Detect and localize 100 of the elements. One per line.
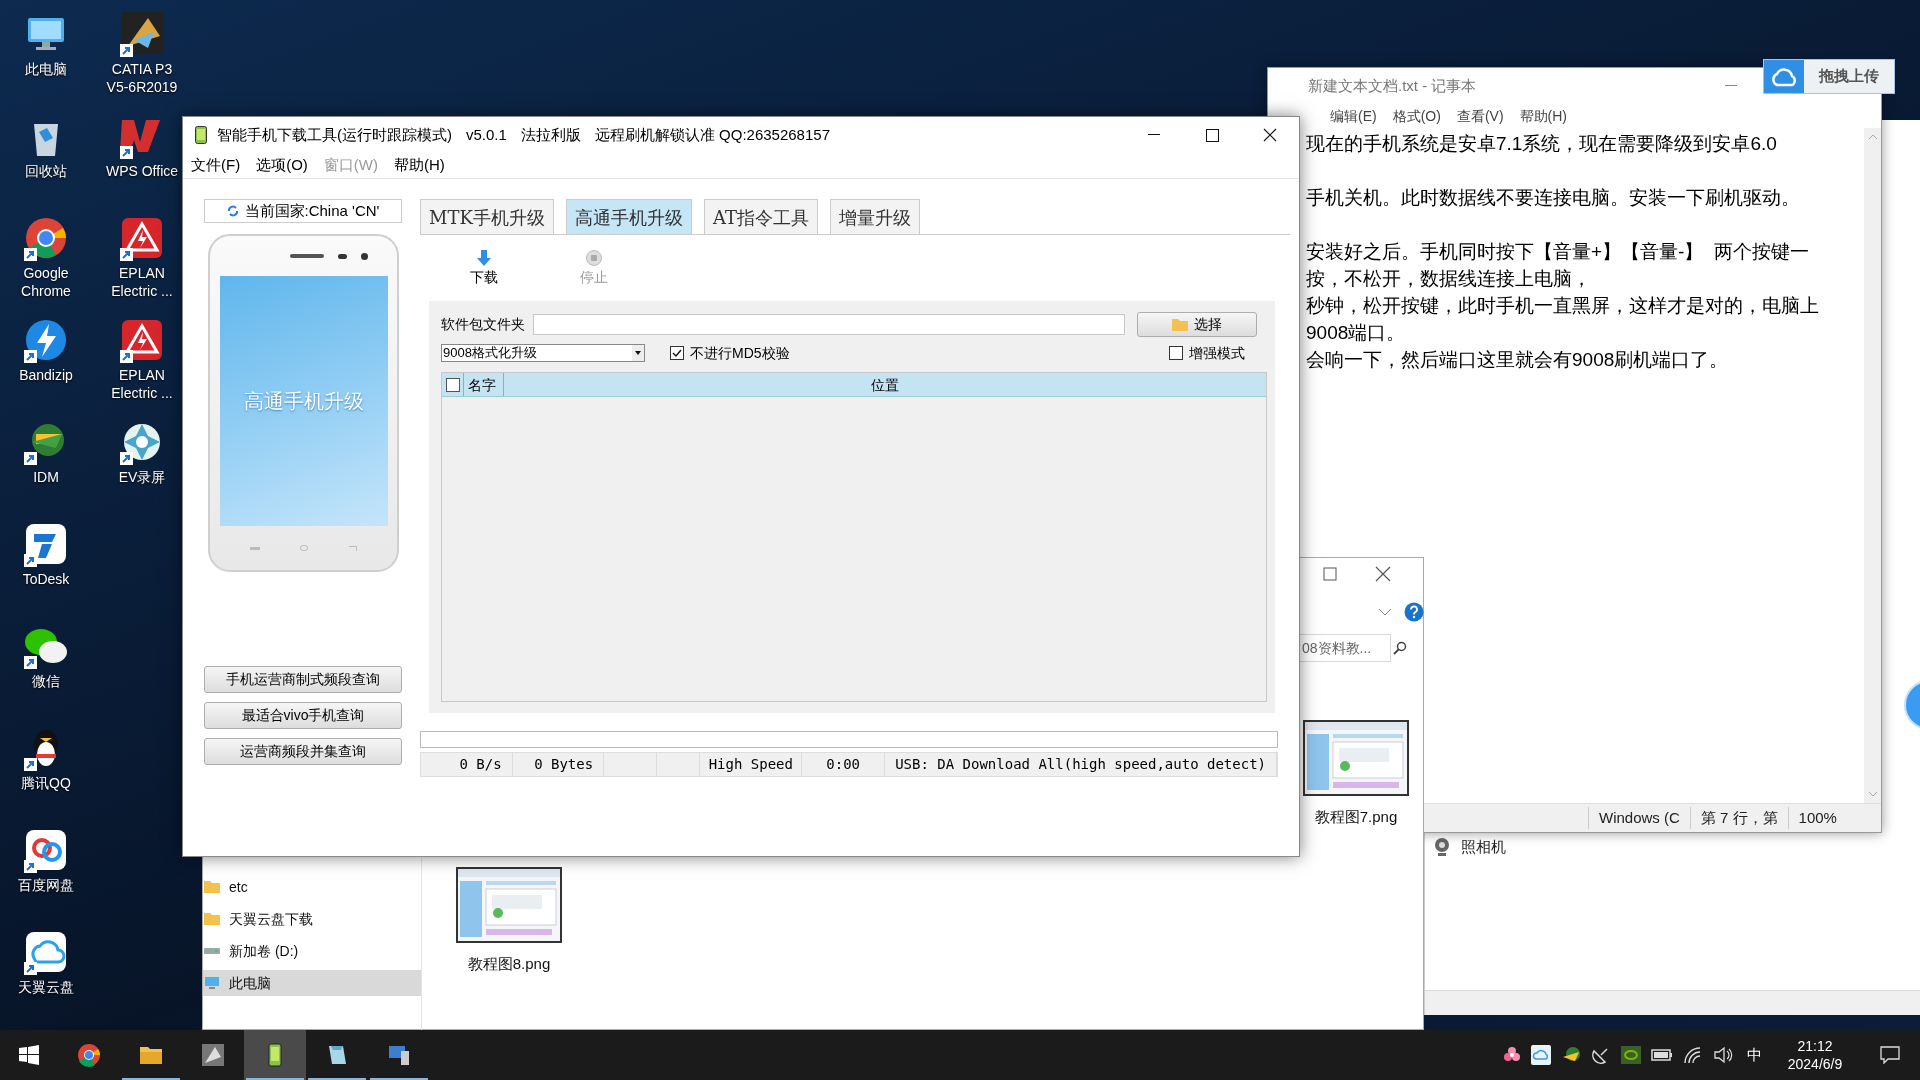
choose-button[interactable]: 选择: [1137, 311, 1257, 337]
clock[interactable]: 21:12 2024/6/9: [1772, 1037, 1858, 1073]
tab[interactable]: 增量升级: [829, 199, 920, 235]
monitor-icon: [203, 974, 221, 992]
checkbox-label[interactable]: 不进行MD5校验: [690, 342, 790, 364]
desktop-icon-label[interactable]: 腾讯QQ: [21, 774, 71, 792]
gpu-icon[interactable]: [1621, 1046, 1641, 1064]
window-title: 新建文本文档.txt - 记事本: [1308, 75, 1477, 96]
tab[interactable]: 高通手机升级: [565, 199, 692, 235]
menu-item[interactable]: 格式(O): [1392, 105, 1441, 127]
folder-icon: [203, 910, 221, 928]
checkbox[interactable]: [670, 346, 684, 360]
windows-logo-icon: [19, 1045, 39, 1065]
wifi-icon[interactable]: [1683, 1046, 1703, 1064]
camera-lens: [360, 252, 368, 260]
cloud-upload-icon: [1770, 66, 1798, 87]
checkbox[interactable]: [445, 377, 460, 392]
computer-icon: [387, 1043, 411, 1067]
folder-field[interactable]: [533, 313, 1125, 335]
desktop-icon-label[interactable]: EV录屏: [118, 468, 166, 486]
checkbox[interactable]: [1169, 346, 1183, 360]
file-name[interactable]: 教程图7.png: [1314, 806, 1398, 829]
status-cell: USB: DA Download All(high speed,auto detect): [885, 753, 1277, 776]
desktop-icon-label[interactable]: Bandizip: [19, 366, 73, 384]
desktop-icon-label[interactable]: CATIA P3 V5-6R2019: [100, 60, 184, 96]
desktop-icon-label[interactable]: EPLAN Electric ...: [100, 366, 184, 402]
nav-item[interactable]: etc: [203, 874, 421, 900]
menu-item[interactable]: 帮助(H): [394, 154, 445, 177]
maximize-icon[interactable]: [1205, 128, 1219, 142]
search-field[interactable]: 08资料教...: [1299, 634, 1391, 662]
menu-item[interactable]: 查看(V): [1456, 105, 1504, 127]
status-cell: 0 Bytes: [512, 753, 605, 776]
webcam-icon: [1433, 837, 1451, 858]
window-title: 远程刷机解锁认准 QQ:2635268157: [594, 124, 830, 145]
query-button[interactable]: 最适合vivo手机查询: [204, 702, 402, 729]
query-button[interactable]: 运营商频段并集查询: [204, 738, 402, 765]
flower-icon[interactable]: [1503, 1046, 1521, 1064]
menu-key-icon: [250, 546, 261, 550]
window-title: 法拉利版: [520, 124, 581, 145]
ime-indicator[interactable]: 中: [1747, 1043, 1762, 1067]
desktop-icon-label[interactable]: 百度网盘: [18, 876, 74, 894]
text-line: 按，不松开，数据线连接上电脑，: [1306, 267, 1592, 291]
status-cell: 0 B/s: [421, 753, 513, 776]
tab[interactable]: AT指令工具: [703, 199, 818, 235]
chevron-down-icon[interactable]: [1378, 608, 1392, 616]
menu-item[interactable]: 编辑(E): [1330, 105, 1377, 127]
desktop-icon-label[interactable]: 微信: [32, 672, 60, 690]
menu-item[interactable]: 文件(F): [191, 154, 241, 177]
text-line: 安装好之后。手机同时按下【音量+】【音量-】 两个按键一: [1306, 240, 1810, 264]
menu-item[interactable]: 帮助(H): [1519, 105, 1567, 127]
close-icon[interactable]: [1263, 128, 1277, 142]
phone-icon: [195, 126, 207, 144]
desktop-icon-label[interactable]: Google Chrome: [4, 264, 88, 300]
menu-item[interactable]: 选项(O): [256, 154, 308, 177]
search-icon[interactable]: [1393, 641, 1407, 655]
tab[interactable]: MTK手机升级: [420, 199, 554, 235]
nav-item[interactable]: 此电脑: [203, 970, 421, 996]
desktop-icon-label[interactable]: 此电脑: [25, 60, 67, 78]
text-line: 秒钟，松开按键，此时手机一直黑屏，这样才是对的，电脑上: [1306, 294, 1820, 318]
stop-icon: [585, 248, 603, 267]
checkbox-label[interactable]: 增强模式: [1189, 342, 1245, 364]
upload-widget[interactable]: 拖拽上传: [1763, 59, 1895, 94]
text-line: 会响一下，然后端口这里就会有9008刷机端口了。: [1306, 348, 1730, 372]
folder-icon: [1172, 317, 1188, 331]
checkmark-icon: [672, 348, 682, 358]
caret-icon[interactable]: [632, 345, 644, 361]
query-button[interactable]: 手机运营商制式频段查询: [204, 666, 402, 693]
help-icon[interactable]: [1404, 602, 1424, 622]
speaker-icon[interactable]: [1713, 1046, 1733, 1064]
file-name[interactable]: 教程图8.png: [467, 953, 551, 976]
desktop-icon-label[interactable]: WPS Office: [105, 162, 179, 180]
phone-screen: 高通手机升级: [219, 276, 388, 526]
back-key-icon: [348, 545, 357, 551]
taskbar-app[interactable]: [244, 1030, 306, 1080]
status-cell: High Speed: [700, 753, 803, 776]
nav-item[interactable]: 天翼云盘下载: [203, 906, 421, 932]
desktop-icon-label[interactable]: ToDesk: [22, 570, 70, 588]
text-line: 手机关机。此时数据线不要连接电脑。安装一下刷机驱动。: [1306, 186, 1801, 210]
toolbar-button[interactable]: 下载: [464, 248, 504, 288]
minimize-icon[interactable]: [1148, 134, 1160, 136]
close-icon[interactable]: [1375, 566, 1391, 582]
nav-item[interactable]: 新加卷 (D:): [203, 938, 421, 964]
notification-icon[interactable]: [1880, 1046, 1900, 1064]
satellite-icon[interactable]: [1591, 1045, 1611, 1065]
window-title: v5.0.1: [466, 124, 507, 145]
desktop-icon-label[interactable]: 天翼云盘: [18, 978, 74, 996]
column-header[interactable]: 名字: [464, 373, 504, 396]
sensor: [337, 253, 347, 259]
list-item[interactable]: 照相机: [1461, 836, 1506, 859]
desktop-icon-label[interactable]: 回收站: [25, 162, 67, 180]
desktop-icon-label[interactable]: EPLAN Electric ...: [100, 264, 184, 300]
status-text: 第 7 行，第: [1689, 806, 1788, 830]
drive-icon: [203, 947, 221, 955]
earpiece: [289, 254, 324, 258]
column-header[interactable]: 位置: [504, 373, 1266, 396]
mode-dropdown[interactable]: 9008格式化升级: [441, 344, 645, 362]
app-tile-icon[interactable]: [118, 10, 166, 58]
status-text: Windows (C: [1588, 806, 1690, 830]
country-button[interactable]: 当前国家:China 'CN': [204, 199, 402, 223]
desktop-icon-label[interactable]: IDM: [33, 468, 59, 486]
